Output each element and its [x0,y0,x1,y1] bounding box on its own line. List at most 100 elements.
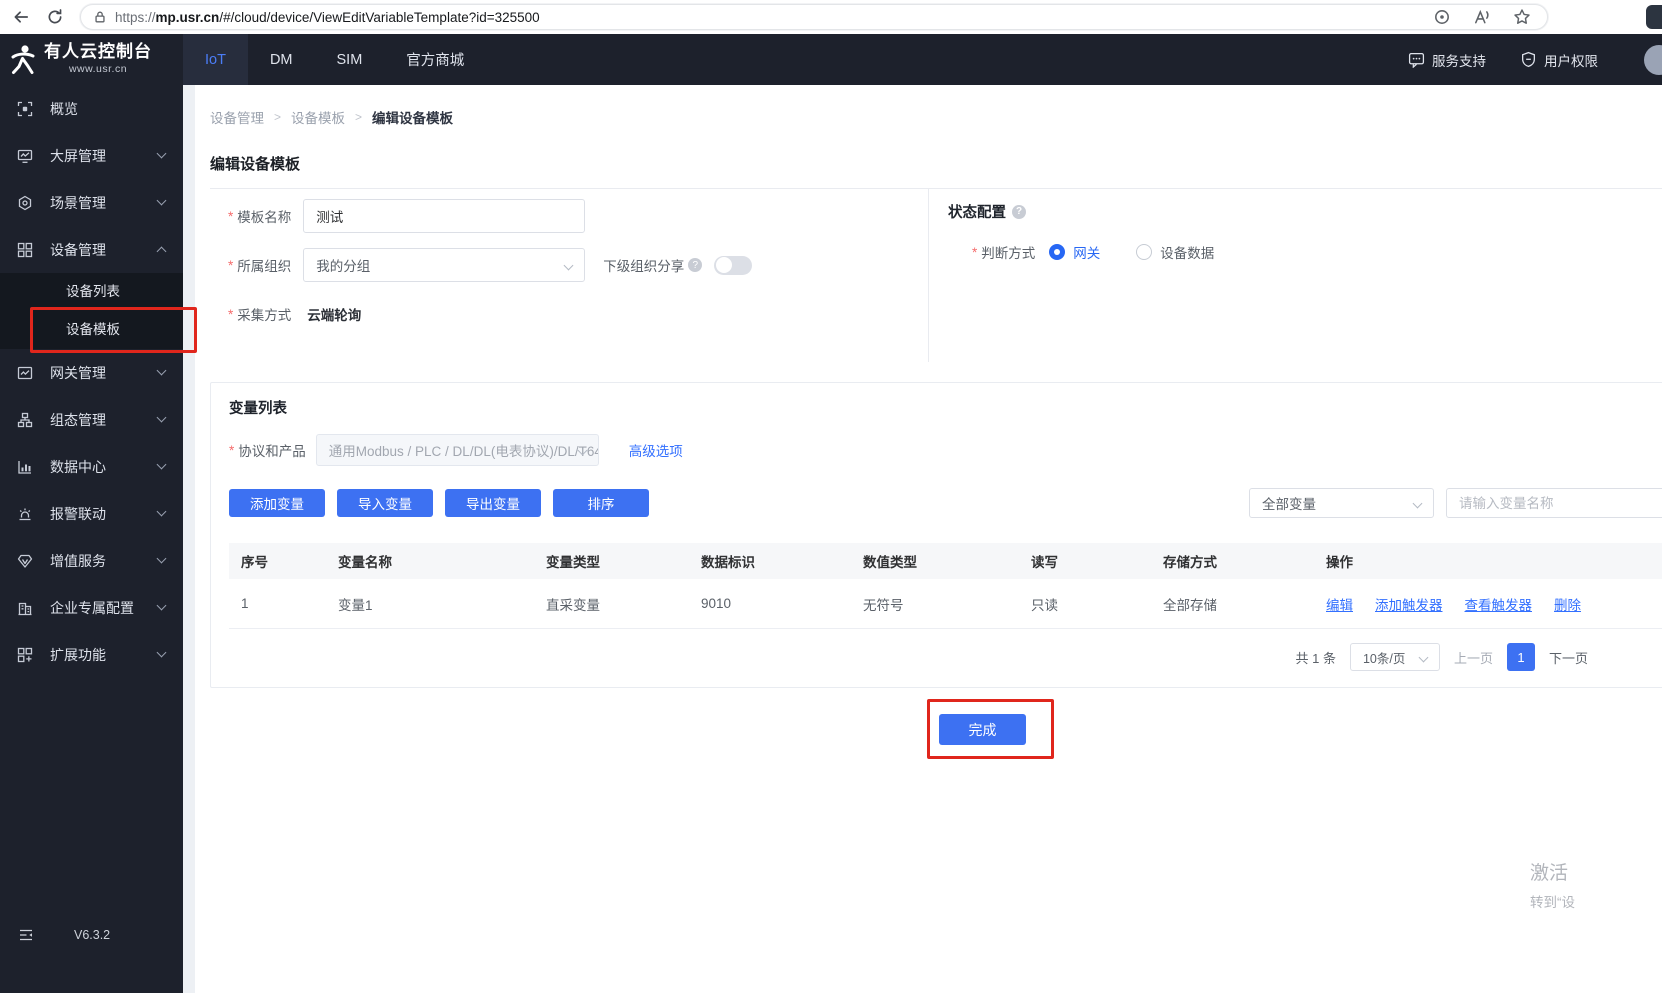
sidebar-item-gateway-mgmt[interactable]: 网关管理 [0,349,183,396]
col-header-rw: 读写 [1031,555,1058,570]
sidebar-item-data-center[interactable]: 数据中心 [0,443,183,490]
chevron-down-icon [563,260,574,271]
address-bar[interactable]: https://mp.usr.cn/#/cloud/device/ViewEdi… [80,4,1548,30]
location-icon[interactable] [1433,8,1451,26]
sidebar-item-enterprise-config[interactable]: 企业专属配置 [0,584,183,631]
chevron-down-icon [156,647,167,658]
sidebar: 概览 大屏管理 场景管理 设备管理 设备列表 设备模板 网关管理 组态管理 数据… [0,85,197,993]
tab-dm[interactable]: DM [248,34,315,85]
url-text[interactable]: https://mp.usr.cn/#/cloud/device/ViewEdi… [115,10,1425,25]
app-header: 有人云控制台 www.usr.cn IoT DM SIM 官方商城 服务支持 用… [0,34,1662,85]
sidebar-item-label: 大屏管理 [50,147,106,164]
usr-person-logo-icon [8,44,38,76]
favorite-star-icon[interactable] [1513,8,1531,26]
variable-search-input[interactable] [1446,488,1662,518]
current-page-button[interactable]: 1 [1506,643,1535,671]
template-name-input[interactable] [303,199,586,233]
breadcrumb-current: 编辑设备模板 [372,111,454,126]
cell-type: 直采变量 [546,597,600,613]
radio-gateway-label[interactable]: 网关 [1073,242,1100,262]
template-name-label: 模板名称 [237,210,292,225]
help-icon[interactable]: ? [688,258,703,272]
breadcrumb-device-mgmt[interactable]: 设备管理 [210,107,264,127]
table-row: 1 变量1 直采变量 9010 无符号 只读 全部存储 编辑 添加触发器 查看触… [229,579,1662,629]
advanced-options-link[interactable]: 高级选项 [629,440,683,460]
add-trigger-link[interactable]: 添加触发器 [1375,594,1443,614]
chevron-down-icon [156,148,167,159]
sidebar-item-device-template[interactable]: 设备模板 [0,307,197,353]
bar-chart-icon [17,459,33,475]
edit-link[interactable]: 编辑 [1326,594,1353,614]
export-variable-button[interactable]: 导出变量 [445,489,541,517]
org-select-value: 我的分组 [316,259,371,274]
variable-filter-select[interactable]: 全部变量 [1249,488,1434,518]
radio-device-data[interactable] [1136,244,1153,260]
sidebar-item-scada-mgmt[interactable]: 组态管理 [0,396,183,443]
radio-gateway[interactable] [1049,244,1066,260]
prev-page-button[interactable]: 上一页 [1454,648,1493,667]
tab-mall[interactable]: 官方商城 [384,34,486,85]
sidebar-item-device-mgmt[interactable]: 设备管理 [0,226,183,273]
device-icon [17,242,33,258]
sidebar-item-overview[interactable]: 概览 [0,85,183,132]
sidebar-item-value-added[interactable]: 增值服务 [0,537,183,584]
page-size-select[interactable]: 10条/页 [1349,643,1440,671]
sidebar-item-extensions[interactable]: 扩展功能 [0,631,183,678]
cell-rw: 只读 [1031,597,1058,613]
panel-divider [928,189,929,362]
status-config-section: 状态配置 ? * 判断方式 网关 设备数据 [948,201,1214,262]
sidebar-item-alarm-linkage[interactable]: 报警联动 [0,490,183,537]
scene-icon [17,195,33,211]
status-config-title: 状态配置 [948,205,1006,221]
refresh-icon[interactable] [46,8,64,26]
col-header-value-type: 数值类型 [863,555,917,570]
collect-mode-label: 采集方式 [237,308,292,323]
main-content: 设备管理 > 设备模板 > 编辑设备模板 编辑设备模板 * 模板名称 * [195,85,1662,993]
screen-icon [17,148,33,164]
logo-title: 有人云控制台 [44,42,152,62]
col-header-actions: 操作 [1326,555,1353,570]
browser-profile-button[interactable] [1646,5,1662,29]
page-size-value: 10条/页 [1362,651,1406,666]
add-variable-button[interactable]: 添加变量 [229,489,325,517]
breadcrumb-separator: > [274,110,282,124]
sub-org-share-toggle[interactable] [714,255,753,275]
template-form-panel: * 模板名称 * 所属组织 我的分组 下级组织分享 ? [210,188,1662,362]
pagination: 共 1 条 10条/页 上一页 1 下一页 [229,643,1662,671]
shield-icon [1520,51,1537,68]
sidebar-item-screen-mgmt[interactable]: 大屏管理 [0,132,183,179]
import-variable-button[interactable]: 导入变量 [337,489,433,517]
user-permission-label: 用户权限 [1544,53,1598,69]
variable-filter-value: 全部变量 [1262,497,1316,512]
protocol-select[interactable]: 通用Modbus / PLC / DL/DL(电表协议)/DL/T64 [315,434,599,466]
sidebar-item-scene-mgmt[interactable]: 场景管理 [0,179,183,226]
sidebar-item-label: 增值服务 [50,552,106,569]
vip-diamond-icon [17,553,33,569]
back-icon[interactable] [12,8,30,26]
read-aloud-icon[interactable] [1473,8,1491,26]
sort-button[interactable]: 排序 [553,489,649,517]
sidebar-item-device-list[interactable]: 设备列表 [0,273,183,311]
user-permission-button[interactable]: 用户权限 [1520,50,1598,70]
tab-sim[interactable]: SIM [315,34,385,85]
service-support-button[interactable]: 服务支持 [1408,50,1486,70]
org-select[interactable]: 我的分组 [303,248,586,282]
col-header-tag: 数据标识 [701,555,755,570]
breadcrumb: 设备管理 > 设备模板 > 编辑设备模板 [210,107,1662,127]
variable-list-title: 变量列表 [229,401,287,417]
grid-icon [17,647,33,663]
collapse-sidebar-icon[interactable] [18,927,34,943]
help-icon[interactable]: ? [1012,204,1026,219]
sidebar-item-label: 扩展功能 [50,646,106,663]
finish-button[interactable]: 完成 [939,714,1026,745]
cell-name: 变量1 [338,597,373,613]
logo[interactable]: 有人云控制台 www.usr.cn [0,34,183,85]
view-trigger-link[interactable]: 查看触发器 [1465,594,1533,614]
pagination-total: 共 1 条 [1295,650,1336,666]
delete-link[interactable]: 删除 [1554,594,1581,614]
radio-device-data-label[interactable]: 设备数据 [1160,242,1214,262]
col-header-name: 变量名称 [338,555,392,570]
breadcrumb-device-template[interactable]: 设备模板 [291,107,345,127]
tab-iot[interactable]: IoT [183,34,248,85]
next-page-button[interactable]: 下一页 [1549,648,1588,667]
